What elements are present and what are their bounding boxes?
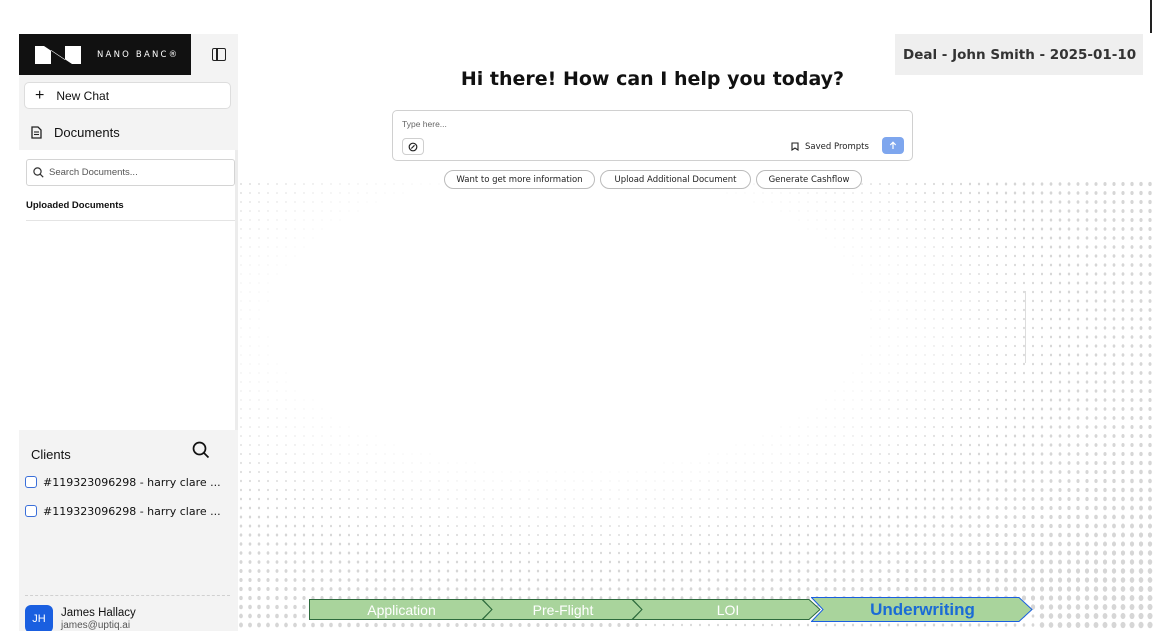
avatar[interactable]: JH — [25, 605, 53, 631]
clients-search-icon[interactable] — [192, 441, 210, 459]
progress-stepper: Application Pre-Flight LOI Underwriting — [309, 597, 1034, 622]
logo-n-icon — [35, 45, 81, 64]
clients-title: Clients — [31, 446, 71, 462]
new-chat-button[interactable]: + New Chat — [24, 82, 231, 109]
client-list-item[interactable]: #119323096298 - harry clare ... — [25, 503, 221, 519]
brand-logo: NANO BANC® — [19, 34, 191, 75]
client-label: #119323096298 - harry clare ... — [43, 504, 221, 518]
documents-panel: Uploaded Documents — [19, 150, 238, 430]
window-edge-marker — [1150, 0, 1152, 33]
plus-icon: + — [35, 86, 45, 104]
sidebar-toggle-icon[interactable] — [212, 48, 226, 61]
step-label: Underwriting — [870, 599, 975, 619]
app-window: NANO BANC® + New Chat Documents Up — [0, 0, 1153, 631]
sidebar-item-documents[interactable]: Documents — [31, 123, 120, 141]
step-label: LOI — [716, 601, 740, 618]
client-checkbox[interactable] — [25, 476, 37, 488]
user-email: james@uptiq.ai — [61, 620, 131, 631]
document-icon — [31, 125, 42, 139]
bookmark-icon — [791, 142, 799, 151]
document-search — [26, 159, 235, 186]
new-chat-label: New Chat — [56, 88, 110, 103]
suggestion-chip[interactable]: Generate Cashflow — [756, 170, 862, 189]
greeting-heading: Hi there! How can I help you today? — [460, 68, 845, 90]
documents-label: Documents — [54, 124, 120, 140]
arrow-up-icon — [889, 141, 897, 149]
document-search-input[interactable] — [49, 167, 219, 178]
step-loi[interactable]: LOI — [632, 597, 824, 622]
suggestion-chip[interactable]: Upload Additional Document — [600, 170, 751, 189]
user-name: James Hallacy — [61, 607, 136, 619]
divider — [26, 220, 235, 221]
deal-title: Deal - John Smith - 2025-01-10 — [895, 34, 1143, 75]
sidebar: NANO BANC® + New Chat Documents Up — [19, 34, 238, 631]
chat-input-box: Saved Prompts — [392, 110, 913, 161]
search-icon — [33, 167, 44, 178]
step-label: Application — [367, 601, 436, 618]
client-checkbox[interactable] — [25, 505, 37, 517]
chat-input[interactable] — [402, 117, 782, 131]
client-list-item[interactable]: #119323096298 - harry clare ... — [25, 474, 221, 490]
saved-prompts-button[interactable]: Saved Prompts — [791, 138, 869, 155]
step-label: Pre-Flight — [532, 601, 594, 618]
logo-wordmark: NANO BANC® — [97, 49, 180, 60]
paperclip-icon — [408, 142, 418, 151]
suggestion-chip[interactable]: Want to get more information — [444, 170, 595, 189]
step-pre-flight[interactable]: Pre-Flight — [482, 597, 644, 622]
saved-prompts-label: Saved Prompts — [805, 141, 869, 152]
attach-button[interactable] — [402, 138, 424, 155]
uploaded-documents-title: Uploaded Documents — [26, 200, 124, 211]
send-button[interactable] — [882, 137, 904, 154]
divider — [25, 595, 230, 596]
client-label: #119323096298 - harry clare ... — [43, 475, 221, 489]
divider — [1025, 291, 1026, 363]
step-underwriting[interactable]: Underwriting — [811, 597, 1034, 622]
dotted-background-pattern — [239, 181, 1153, 629]
step-application[interactable]: Application — [309, 597, 494, 622]
